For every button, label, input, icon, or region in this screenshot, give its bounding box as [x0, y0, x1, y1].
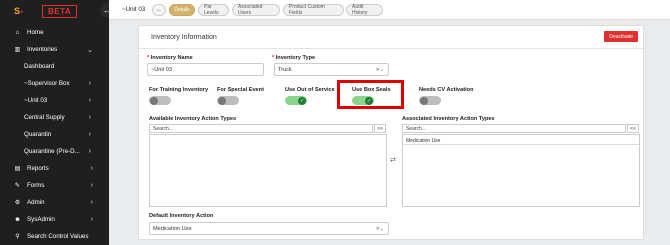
- sidebar-item-label: Reports: [27, 165, 49, 172]
- page-title: ~Unit 03: [122, 6, 146, 13]
- sidebar-item-label: Inventories: [27, 46, 58, 53]
- tab-audit-history[interactable]: Audit History: [346, 4, 383, 16]
- tab-associated-users[interactable]: Associated Users: [232, 4, 280, 16]
- sidebar: S+ BETA ⌂ Home ▥ Inventories ⌄ Dashboard…: [0, 0, 109, 245]
- cv-activation-toggle[interactable]: [419, 96, 441, 105]
- tab-product-custom-fields[interactable]: Product Custom Fields: [283, 4, 344, 16]
- sidebar-item-home[interactable]: ⌂ Home: [0, 24, 109, 41]
- sidebar-item-quarantin[interactable]: Quarantin ›: [0, 126, 109, 143]
- toggle-knob: [420, 96, 428, 105]
- default-action-label: Default Inventory Action: [149, 213, 214, 219]
- inventory-type-label-text: Inventory Type: [275, 55, 316, 61]
- sidebar-item-quarantine-pre-d[interactable]: Quarantine (Pre-D... ›: [0, 143, 109, 160]
- sidebar-item-label: Home: [27, 29, 44, 36]
- training-inventory-toggle[interactable]: [149, 96, 171, 105]
- sidebar-item-label: ~Unit 03: [24, 97, 48, 104]
- associated-search-input[interactable]: Search...: [402, 124, 626, 133]
- check-icon: ✓: [298, 96, 306, 105]
- associated-action-types-list[interactable]: Medication Use: [402, 134, 640, 207]
- chevron-right-icon: ›: [88, 80, 91, 87]
- sidebar-item-dashboard[interactable]: Dashboard: [0, 58, 109, 75]
- special-event-toggle[interactable]: [217, 96, 239, 105]
- sidebar-menu: ⌂ Home ▥ Inventories ⌄ Dashboard ~Superv…: [0, 24, 109, 245]
- sidebar-item-sysadmin[interactable]: ☻ SysAdmin ›: [0, 211, 109, 228]
- inventory-information-card: Inventory Information Deactivate * Inven…: [138, 25, 644, 240]
- sidebar-item-label: Admin: [27, 199, 45, 206]
- out-of-service-toggle[interactable]: ✓: [285, 96, 307, 105]
- available-search-input[interactable]: Search...: [149, 124, 373, 133]
- gear-icon: ⚙: [14, 199, 21, 206]
- logo-row: S+ BETA: [0, 0, 109, 22]
- sidebar-item-unit-03[interactable]: ~Unit 03 ›: [0, 92, 109, 109]
- toggle-label-cv-activation: Needs CV Activation: [419, 87, 474, 93]
- arrow-left-icon: ←: [156, 7, 162, 13]
- toggle-knob: [218, 96, 226, 105]
- home-icon: ⌂: [15, 29, 20, 36]
- sidebar-item-label: Central Supply: [24, 114, 65, 121]
- chevron-right-icon: ›: [90, 182, 93, 189]
- associated-action-types-label: Associated Inventory Action Types: [402, 116, 495, 122]
- sidebar-item-reports[interactable]: ▤ Reports ›: [0, 160, 109, 177]
- list-item[interactable]: Medication Use: [403, 137, 639, 145]
- app-logo: S+: [14, 6, 24, 16]
- chevron-right-icon: ›: [90, 199, 93, 206]
- tab-details[interactable]: Details: [169, 4, 195, 16]
- top-bar: ~Unit 03 ← Details Par Levels Associated…: [109, 0, 670, 20]
- sidebar-item-label: Dashboard: [24, 63, 55, 70]
- edit-icon: ✎: [14, 182, 21, 189]
- deactivate-button[interactable]: Deactivate: [604, 31, 638, 42]
- sidebar-item-label: Quarantine (Pre-D...: [24, 148, 80, 155]
- default-action-select[interactable]: Medication Use ✕⌄: [149, 222, 389, 235]
- inventory-name-input[interactable]: ~Unit 03: [147, 63, 264, 76]
- move-all-left-button[interactable]: <<: [627, 124, 639, 133]
- inventory-type-select[interactable]: Truck ✕⌄: [274, 63, 389, 76]
- inventory-type-value: Truck: [278, 66, 292, 73]
- required-marker: *: [272, 55, 275, 61]
- required-marker: *: [147, 55, 150, 61]
- transfer-icon: ⇄: [390, 157, 396, 164]
- toggle-label-training: For Training Inventory: [149, 87, 209, 93]
- sidebar-item-label: SysAdmin: [27, 216, 55, 223]
- divider: [139, 48, 643, 49]
- inventory-type-label: * Inventory Type: [272, 55, 315, 61]
- sidebar-item-label: Quarantin: [24, 131, 52, 138]
- chevron-right-icon: ›: [88, 131, 91, 138]
- chevron-right-icon: ›: [90, 216, 93, 223]
- inventory-name-label-text: Inventory Name: [150, 55, 193, 61]
- sidebar-item-label: Forms: [27, 182, 45, 189]
- sidebar-item-inventories[interactable]: ▥ Inventories ⌄: [0, 41, 109, 58]
- sidebar-item-label: ~Supervisor Box: [24, 80, 70, 87]
- default-action-value: Medication Use: [153, 225, 192, 232]
- sidebar-item-forms[interactable]: ✎ Forms ›: [0, 177, 109, 194]
- chevron-right-icon: ›: [88, 148, 91, 155]
- clear-dropdown-icon[interactable]: ✕⌄: [376, 67, 384, 73]
- toggle-label-out-of-service: Use Out of Service: [285, 87, 335, 93]
- highlight-box: [337, 80, 404, 109]
- chevron-right-icon: ›: [90, 165, 93, 172]
- users-icon: ☻: [14, 216, 21, 223]
- toggle-knob: [150, 96, 158, 105]
- chevron-down-icon: ⌄: [87, 46, 93, 54]
- chevron-right-icon: ›: [88, 114, 91, 121]
- back-button[interactable]: ←: [152, 4, 166, 16]
- chevron-right-icon: ›: [88, 97, 91, 104]
- clipboard-icon: ▤: [14, 165, 21, 172]
- available-action-types-label: Available Inventory Action Types: [149, 116, 237, 122]
- sidebar-item-label: Search Control Values: [27, 233, 89, 240]
- sidebar-item-admin[interactable]: ⚙ Admin ›: [0, 194, 109, 211]
- clear-dropdown-icon[interactable]: ✕⌄: [376, 226, 384, 232]
- toggle-label-special-event: For Special Event: [217, 87, 264, 93]
- beta-badge: BETA: [42, 4, 78, 18]
- move-all-right-button[interactable]: >>: [374, 124, 386, 133]
- tab-par-levels[interactable]: Par Levels: [198, 4, 229, 16]
- sidebar-item-search-control-values[interactable]: ⚲ Search Control Values: [0, 228, 109, 245]
- card-title: Inventory Information: [151, 34, 217, 41]
- available-action-types-list[interactable]: [149, 134, 387, 207]
- search-icon: ⚲: [15, 233, 20, 240]
- chart-icon: ▥: [14, 46, 21, 53]
- sidebar-item-central-supply[interactable]: Central Supply ›: [0, 109, 109, 126]
- inventory-name-label: * Inventory Name: [147, 55, 193, 61]
- sidebar-item-supervisor-box[interactable]: ~Supervisor Box ›: [0, 75, 109, 92]
